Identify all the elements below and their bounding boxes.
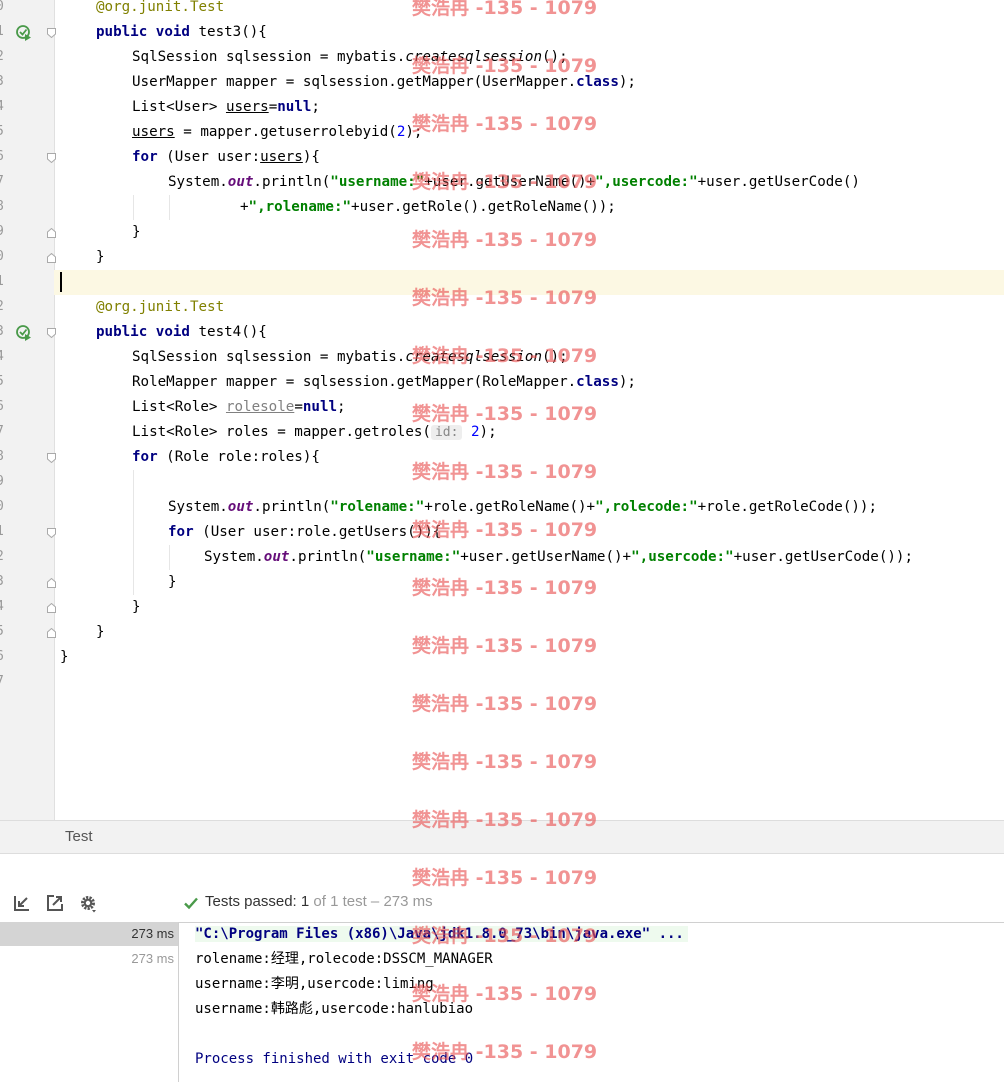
line-number: 5 (0, 124, 4, 139)
code-line: @org.junit.Test (96, 299, 225, 315)
line-number: 6 (0, 649, 4, 664)
code-line: UserMapper mapper = sqlsession.getMapper… (132, 74, 636, 90)
code-line: System.out.println("rolename:"+role.getR… (168, 499, 877, 515)
line-number: 9 (0, 474, 4, 489)
code-line: } (132, 599, 141, 615)
line-number: 3 (0, 74, 4, 89)
line-number: 0 (0, 249, 4, 264)
import-tests-icon[interactable] (12, 893, 32, 913)
console-exit-line: Process finished with exit code 0 (195, 1051, 474, 1067)
code-line: List<Role> rolesole=null; (132, 399, 346, 415)
run-test-icon[interactable] (16, 325, 32, 341)
gutter-line: 0 (0, 0, 54, 21)
code-line: for (User user:users){ (132, 149, 320, 165)
line-number: 1 (0, 524, 4, 539)
settings-gear-icon[interactable] (78, 893, 98, 913)
line-number: 1 (0, 24, 4, 39)
code-line: +",rolename:"+user.getRole().getRoleName… (240, 199, 616, 215)
line-number: 2 (0, 549, 4, 564)
run-test-icon[interactable] (16, 25, 32, 41)
line-number: 2 (0, 49, 4, 64)
code-line: public void test3(){ (96, 24, 267, 40)
code-line: users = mapper.getuserrolebyid(2); (132, 124, 423, 140)
line-number: 5 (0, 374, 4, 389)
code-editor[interactable]: 0 1 2 3 4 5 6 7 8 9 0 1 2 3 4 5 (0, 0, 1004, 820)
console-line: rolename:经理,rolecode:DSSCM_MANAGER (195, 951, 493, 967)
console-output[interactable]: "C:\Program Files (x86)\Java\jdk1.8.0_73… (179, 922, 1004, 1082)
line-number: 4 (0, 349, 4, 364)
test-result-row[interactable]: 273 ms (0, 947, 178, 971)
code-line: SqlSession sqlsession = mybatis.createsq… (132, 349, 568, 365)
line-number: 2 (0, 299, 4, 314)
code-area[interactable]: @org.junit.Test public void test3(){ Sql… (54, 0, 1004, 820)
test-result-row[interactable]: 273 ms (0, 922, 178, 946)
test-runner-toolbar: Tests passed: 1 of 1 test – 273 ms (0, 884, 1004, 923)
export-tests-icon[interactable] (45, 893, 65, 913)
line-number: 7 (0, 174, 4, 189)
test-results-tree: 273 ms 273 ms (0, 922, 179, 1082)
line-number: 3 (0, 574, 4, 589)
gutter-line: 1 (0, 21, 56, 46)
code-line: SqlSession sqlsession = mybatis.createsq… (132, 49, 568, 65)
console-command-line[interactable]: "C:\Program Files (x86)\Java\jdk1.8.0_73… (195, 926, 688, 942)
line-number: 8 (0, 449, 4, 464)
line-number: 6 (0, 399, 4, 414)
line-number: 5 (0, 624, 4, 639)
code-line: } (96, 249, 105, 265)
line-number: 3 (0, 324, 4, 339)
code-line: for (Role role:roles){ (132, 449, 320, 465)
current-line[interactable] (54, 270, 1004, 295)
console-line: username:韩路彪,usercode:hanlubiao (195, 1001, 474, 1017)
code-line: for (User user:role.getUsers()){ (168, 524, 442, 540)
tests-status: Tests passed: 1 of 1 test – 273 ms (205, 893, 433, 910)
line-number: 4 (0, 599, 4, 614)
line-number: 1 (0, 274, 4, 289)
code-line: System.out.println("username:"+user.getU… (168, 174, 860, 190)
code-line: RoleMapper mapper = sqlsession.getMapper… (132, 374, 636, 390)
code-line: } (168, 574, 177, 590)
code-line: public void test4(){ (96, 324, 267, 340)
parameter-hint: id: (430, 425, 463, 440)
line-number: 6 (0, 149, 4, 164)
line-number: 8 (0, 199, 4, 214)
code-line: System.out.println("username:"+user.getU… (204, 549, 913, 565)
code-line: } (132, 224, 141, 240)
run-tool-window-header: Test (0, 820, 1004, 854)
line-number: 0 (0, 0, 4, 14)
console-line: username:李明,usercode:liming (195, 976, 434, 992)
code-line: List<User> users=null; (132, 99, 320, 115)
code-line: List<Role> roles = mapper.getroles(id: 2… (132, 424, 497, 440)
code-line: } (96, 624, 105, 640)
line-number: 4 (0, 99, 4, 114)
text-caret (60, 272, 62, 292)
tool-window-title[interactable]: Test (65, 828, 93, 845)
line-number: 7 (0, 674, 4, 689)
code-line: } (60, 649, 69, 665)
editor-gutter: 0 1 2 3 4 5 6 7 8 9 0 1 2 3 4 5 (0, 0, 56, 820)
line-number: 7 (0, 424, 4, 439)
code-line: @org.junit.Test (96, 0, 225, 15)
check-icon (184, 897, 198, 910)
console-line: "C:\Program Files (x86)\Java\jdk1.8.0_73… (195, 922, 688, 947)
line-number: 0 (0, 499, 4, 514)
line-number: 9 (0, 224, 4, 239)
